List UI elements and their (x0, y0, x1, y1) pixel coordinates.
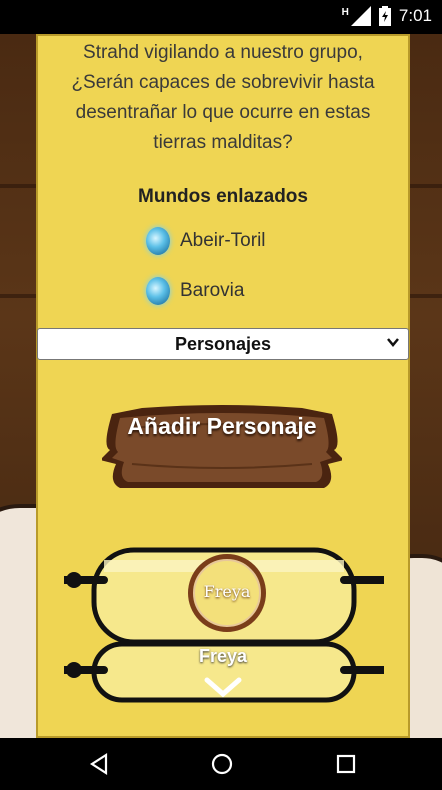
character-portrait-label: Freya (203, 582, 251, 601)
home-icon[interactable] (210, 752, 234, 776)
blue-gem-icon (146, 277, 170, 305)
world-item-barovia[interactable]: Barovia (146, 266, 410, 316)
chevron-down-icon[interactable] (203, 676, 243, 700)
category-select-value: Personajes (174, 333, 272, 354)
character-name: Freya (198, 646, 248, 666)
world-label: Barovia (180, 280, 245, 301)
linked-worlds-title: Mundos enlazados (138, 186, 308, 207)
status-icons: H 7:01 (342, 6, 432, 26)
add-character-button[interactable]: Añadir Personaje (102, 402, 342, 492)
campaign-panel: Strahd vigilando a nuestro grupo, ¿Serán… (36, 34, 410, 738)
navigation-bar (0, 738, 442, 790)
blue-gem-icon (146, 227, 170, 255)
status-bar: H 7:01 (0, 0, 442, 34)
world-label: Abeir-Toril (180, 230, 266, 251)
network-indicator: H (341, 6, 349, 18)
add-character-label: Añadir Personaje (127, 413, 317, 439)
campaign-description: Strahd vigilando a nuestro grupo, ¿Serán… (71, 42, 375, 153)
signal-icon (350, 6, 371, 26)
chevron-down-icon (387, 338, 399, 347)
battery-icon (378, 6, 391, 26)
recents-icon[interactable] (334, 752, 358, 776)
category-select[interactable]: Personajes (37, 328, 409, 360)
world-item-abeir-toril[interactable]: Abeir-Toril (146, 216, 410, 266)
back-icon[interactable] (88, 752, 112, 776)
clock: 7:01 (398, 6, 432, 25)
